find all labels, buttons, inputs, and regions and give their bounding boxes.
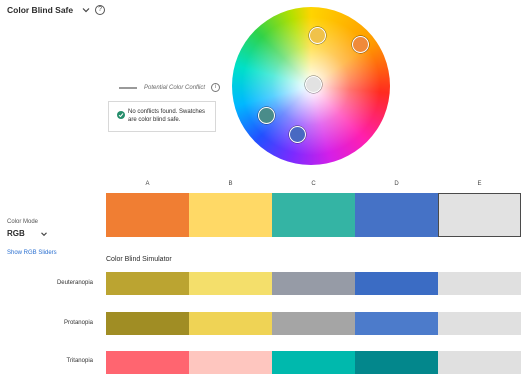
swatch-e[interactable]	[438, 193, 521, 237]
show-rgb-sliders-link[interactable]: Show RGB Sliders	[7, 250, 57, 256]
sim-cell	[438, 351, 521, 374]
sim-label-deuteranopia: Deuteranopia	[56, 280, 93, 286]
sim-cell	[438, 312, 521, 335]
swatch-b[interactable]	[189, 193, 272, 237]
column-label-c: C	[311, 181, 316, 187]
column-label-b: B	[228, 181, 233, 187]
chevron-down-icon[interactable]	[40, 230, 48, 238]
sim-cell	[189, 272, 272, 295]
color-mode-label: Color Mode	[7, 219, 39, 225]
color-mode-select[interactable]: RGB	[7, 229, 48, 238]
sim-label-tritanopia: Tritanopia	[66, 358, 93, 364]
sim-cell	[189, 312, 272, 335]
wheel-handle-b[interactable]	[352, 36, 369, 53]
wheel-handle-c[interactable]	[305, 76, 322, 93]
swatch-d[interactable]	[355, 193, 438, 237]
conflict-line-icon	[119, 86, 137, 89]
sim-cell	[106, 272, 189, 295]
column-label-d: D	[394, 181, 399, 187]
wheel-handle-d[interactable]	[258, 107, 275, 124]
sim-label-protanopia: Protanopia	[63, 320, 93, 326]
swatch-c[interactable]	[272, 193, 355, 237]
sim-cell	[106, 351, 189, 374]
harmony-rule-select[interactable]: Color Blind Safe ?	[7, 3, 106, 17]
sim-cell	[189, 351, 272, 374]
sim-cell	[438, 272, 521, 295]
wheel-handle-a[interactable]	[309, 27, 326, 44]
status-message: No conflicts found. Swatches are color b…	[128, 109, 206, 123]
help-icon[interactable]: ?	[95, 5, 106, 15]
sim-cell	[355, 272, 438, 295]
column-label-a: A	[145, 181, 150, 187]
info-icon[interactable]: i	[211, 83, 221, 92]
sim-cell	[272, 312, 355, 335]
swatch-a[interactable]	[106, 193, 189, 237]
wheel-handle-e[interactable]	[289, 126, 306, 143]
conflict-legend: Potential Color Conflict i	[119, 83, 221, 92]
harmony-rule-label[interactable]: Color Blind Safe	[7, 5, 73, 15]
sim-cell	[355, 312, 438, 335]
checkmark-icon	[117, 111, 125, 119]
sim-cell	[272, 351, 355, 374]
color-wheel[interactable]	[232, 7, 390, 165]
chevron-down-icon[interactable]	[81, 5, 91, 15]
simulator-title: Color Blind Simulator	[106, 256, 172, 263]
conflict-legend-label: Potential Color Conflict	[144, 84, 206, 91]
sim-cell	[355, 351, 438, 374]
status-message-box: No conflicts found. Swatches are color b…	[108, 101, 216, 132]
sim-cell	[106, 312, 189, 335]
sim-cell	[272, 272, 355, 295]
color-mode-value[interactable]: RGB	[7, 229, 25, 238]
column-label-e: E	[477, 181, 482, 187]
